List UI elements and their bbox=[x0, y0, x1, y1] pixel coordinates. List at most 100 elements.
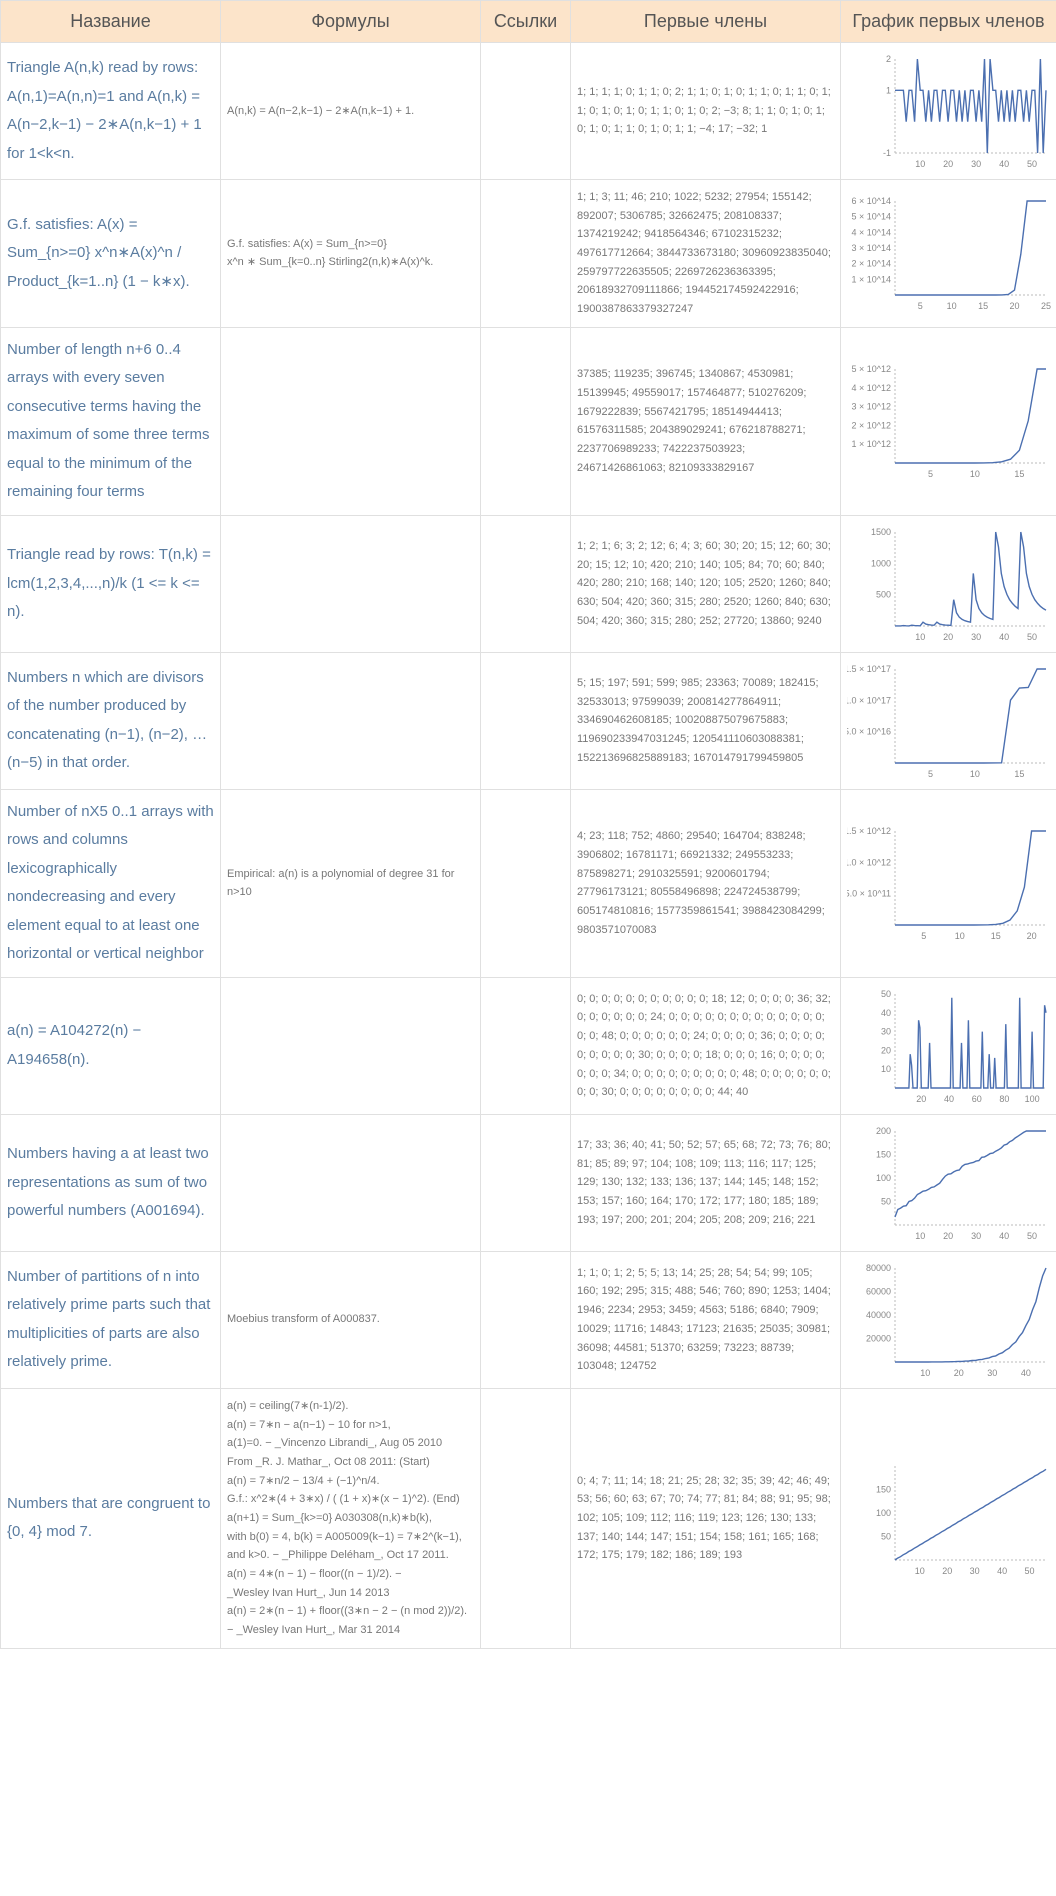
sequence-terms: 4; 23; 118; 752; 4860; 29540; 164704; 83… bbox=[571, 789, 841, 977]
svg-text:1.5 × 10^17: 1.5 × 10^17 bbox=[847, 664, 891, 674]
svg-text:5 × 10^14: 5 × 10^14 bbox=[851, 212, 891, 222]
svg-text:3 × 10^12: 3 × 10^12 bbox=[851, 402, 891, 412]
sequence-terms: 37385; 119235; 396745; 1340867; 4530981;… bbox=[571, 327, 841, 515]
sequence-refs[interactable] bbox=[481, 327, 571, 515]
sequence-graph: 1020304020000400006000080000 bbox=[841, 1251, 1056, 1388]
sequence-refs[interactable] bbox=[481, 1114, 571, 1251]
svg-text:60000: 60000 bbox=[866, 1286, 891, 1296]
sequence-refs[interactable] bbox=[481, 43, 571, 180]
table-row: a(n) = A104272(n) − A194658(n). 0; 0; 0; … bbox=[1, 977, 1056, 1114]
sequence-name[interactable]: Numbers having a at least two representa… bbox=[1, 1114, 221, 1251]
svg-text:10: 10 bbox=[915, 632, 925, 642]
sequence-graph: 5101520251 × 10^142 × 10^143 × 10^144 × … bbox=[841, 180, 1056, 328]
svg-text:20: 20 bbox=[942, 1566, 952, 1576]
svg-text:30: 30 bbox=[971, 1231, 981, 1241]
svg-text:10: 10 bbox=[881, 1064, 891, 1074]
svg-text:2 × 10^14: 2 × 10^14 bbox=[851, 259, 891, 269]
sequence-formula: G.f. satisfies: A(x) = Sum_{n>=0} x^n ∗ … bbox=[221, 180, 481, 328]
svg-text:40: 40 bbox=[999, 159, 1009, 169]
svg-text:20: 20 bbox=[943, 632, 953, 642]
header-refs[interactable]: Ссылки bbox=[481, 1, 571, 43]
svg-text:30: 30 bbox=[970, 1566, 980, 1576]
sequence-refs[interactable] bbox=[481, 1388, 571, 1648]
sequence-terms: 1; 2; 1; 6; 3; 2; 12; 6; 4; 3; 60; 30; 2… bbox=[571, 515, 841, 652]
svg-text:10: 10 bbox=[955, 931, 965, 941]
svg-text:40: 40 bbox=[881, 1008, 891, 1018]
header-formulas[interactable]: Формулы bbox=[221, 1, 481, 43]
svg-text:15: 15 bbox=[1014, 769, 1024, 779]
svg-text:60: 60 bbox=[972, 1094, 982, 1104]
sequence-terms: 1; 1; 0; 1; 2; 5; 5; 13; 14; 25; 28; 54;… bbox=[571, 1251, 841, 1388]
svg-text:1500: 1500 bbox=[871, 527, 891, 537]
sequence-formula bbox=[221, 1114, 481, 1251]
svg-text:30: 30 bbox=[881, 1026, 891, 1036]
sequence-refs[interactable] bbox=[481, 652, 571, 789]
sequence-formula: a(n) = ceiling(7∗(n-1)/2). a(n) = 7∗n − … bbox=[221, 1388, 481, 1648]
svg-text:40: 40 bbox=[999, 1231, 1009, 1241]
svg-text:50: 50 bbox=[881, 989, 891, 999]
sequence-graph: 1020304050-112 bbox=[841, 43, 1056, 180]
sequence-terms: 0; 0; 0; 0; 0; 0; 0; 0; 0; 0; 0; 18; 12;… bbox=[571, 977, 841, 1114]
svg-text:2 × 10^12: 2 × 10^12 bbox=[851, 421, 891, 431]
sequence-name[interactable]: Number of partitions of n into relativel… bbox=[1, 1251, 221, 1388]
svg-text:10: 10 bbox=[915, 1231, 925, 1241]
table-row: Number of nX5 0..1 arrays with rows and … bbox=[1, 789, 1056, 977]
sequence-graph: 5 10 15 5.0 × 10^16 1.0 × 10^17 1.5 × 10^17 bbox=[841, 652, 1056, 789]
sequence-name[interactable]: Triangle read by rows: T(n,k) = lcm(1,2,… bbox=[1, 515, 221, 652]
svg-text:40: 40 bbox=[944, 1094, 954, 1104]
svg-text:30: 30 bbox=[971, 159, 981, 169]
sequence-refs[interactable] bbox=[481, 789, 571, 977]
sequence-name[interactable]: Numbers n which are divisors of the numb… bbox=[1, 652, 221, 789]
sequence-formula bbox=[221, 977, 481, 1114]
svg-text:10: 10 bbox=[947, 301, 957, 311]
header-name[interactable]: Название bbox=[1, 1, 221, 43]
svg-text:5.0 × 10^16: 5.0 × 10^16 bbox=[847, 727, 891, 737]
sequence-refs[interactable] bbox=[481, 180, 571, 328]
svg-text:10: 10 bbox=[915, 159, 925, 169]
sequence-refs[interactable] bbox=[481, 1251, 571, 1388]
svg-text:100: 100 bbox=[876, 1508, 891, 1518]
svg-text:20: 20 bbox=[1009, 301, 1019, 311]
svg-text:10: 10 bbox=[970, 769, 980, 779]
svg-text:1 × 10^12: 1 × 10^12 bbox=[851, 440, 891, 450]
sequence-formula bbox=[221, 327, 481, 515]
table-row: Triangle read by rows: T(n,k) = lcm(1,2,… bbox=[1, 515, 1056, 652]
svg-text:50: 50 bbox=[1027, 632, 1037, 642]
sequence-graph: 51015205.0 × 10^111.0 × 10^121.5 × 10^12 bbox=[841, 789, 1056, 977]
sequence-terms: 1; 1; 3; 11; 46; 210; 1022; 5232; 27954;… bbox=[571, 180, 841, 328]
svg-text:5: 5 bbox=[921, 931, 926, 941]
svg-text:20: 20 bbox=[916, 1094, 926, 1104]
sequence-name[interactable]: Number of length n+6 0..4 arrays with ev… bbox=[1, 327, 221, 515]
svg-text:5.0 × 10^11: 5.0 × 10^11 bbox=[847, 889, 891, 899]
sequence-name[interactable]: Number of nX5 0..1 arrays with rows and … bbox=[1, 789, 221, 977]
svg-text:1: 1 bbox=[886, 85, 891, 95]
sequence-graph: 204060801001020304050 bbox=[841, 977, 1056, 1114]
sequence-name[interactable]: Triangle A(n,k) read by rows: A(n,1)=A(n… bbox=[1, 43, 221, 180]
header-graph[interactable]: График первых членов bbox=[841, 1, 1056, 43]
svg-text:50: 50 bbox=[881, 1196, 891, 1206]
svg-text:50: 50 bbox=[881, 1532, 891, 1542]
svg-text:15: 15 bbox=[978, 301, 988, 311]
sequence-terms: 17; 33; 36; 40; 41; 50; 52; 57; 65; 68; … bbox=[571, 1114, 841, 1251]
svg-text:5: 5 bbox=[928, 469, 933, 479]
sequence-name[interactable]: G.f. satisfies: A(x) = Sum_{n>=0} x^n∗A(… bbox=[1, 180, 221, 328]
svg-text:1.0 × 10^17: 1.0 × 10^17 bbox=[847, 695, 891, 705]
sequence-refs[interactable] bbox=[481, 515, 571, 652]
sequence-terms: 1; 1; 1; 1; 0; 1; 1; 0; 2; 1; 1; 0; 1; 0… bbox=[571, 43, 841, 180]
sequence-name[interactable]: Numbers that are congruent to {0, 4} mod… bbox=[1, 1388, 221, 1648]
svg-text:30: 30 bbox=[987, 1368, 997, 1378]
sequence-graph: 102030405050100150 bbox=[841, 1388, 1056, 1648]
svg-text:10: 10 bbox=[915, 1566, 925, 1576]
svg-text:5: 5 bbox=[928, 769, 933, 779]
sequence-refs[interactable] bbox=[481, 977, 571, 1114]
sequence-name[interactable]: a(n) = A104272(n) − A194658(n). bbox=[1, 977, 221, 1114]
svg-text:150: 150 bbox=[876, 1485, 891, 1495]
sequence-terms: 5; 15; 197; 591; 599; 985; 23363; 70089;… bbox=[571, 652, 841, 789]
header-row: Название Формулы Ссылки Первые члены Гра… bbox=[1, 1, 1056, 43]
header-terms[interactable]: Первые члены bbox=[571, 1, 841, 43]
sequence-formula: Moebius transform of A000837. bbox=[221, 1251, 481, 1388]
svg-text:200: 200 bbox=[876, 1126, 891, 1136]
svg-text:40: 40 bbox=[999, 632, 1009, 642]
svg-text:15: 15 bbox=[1014, 469, 1024, 479]
svg-text:6 × 10^14: 6 × 10^14 bbox=[851, 196, 891, 206]
